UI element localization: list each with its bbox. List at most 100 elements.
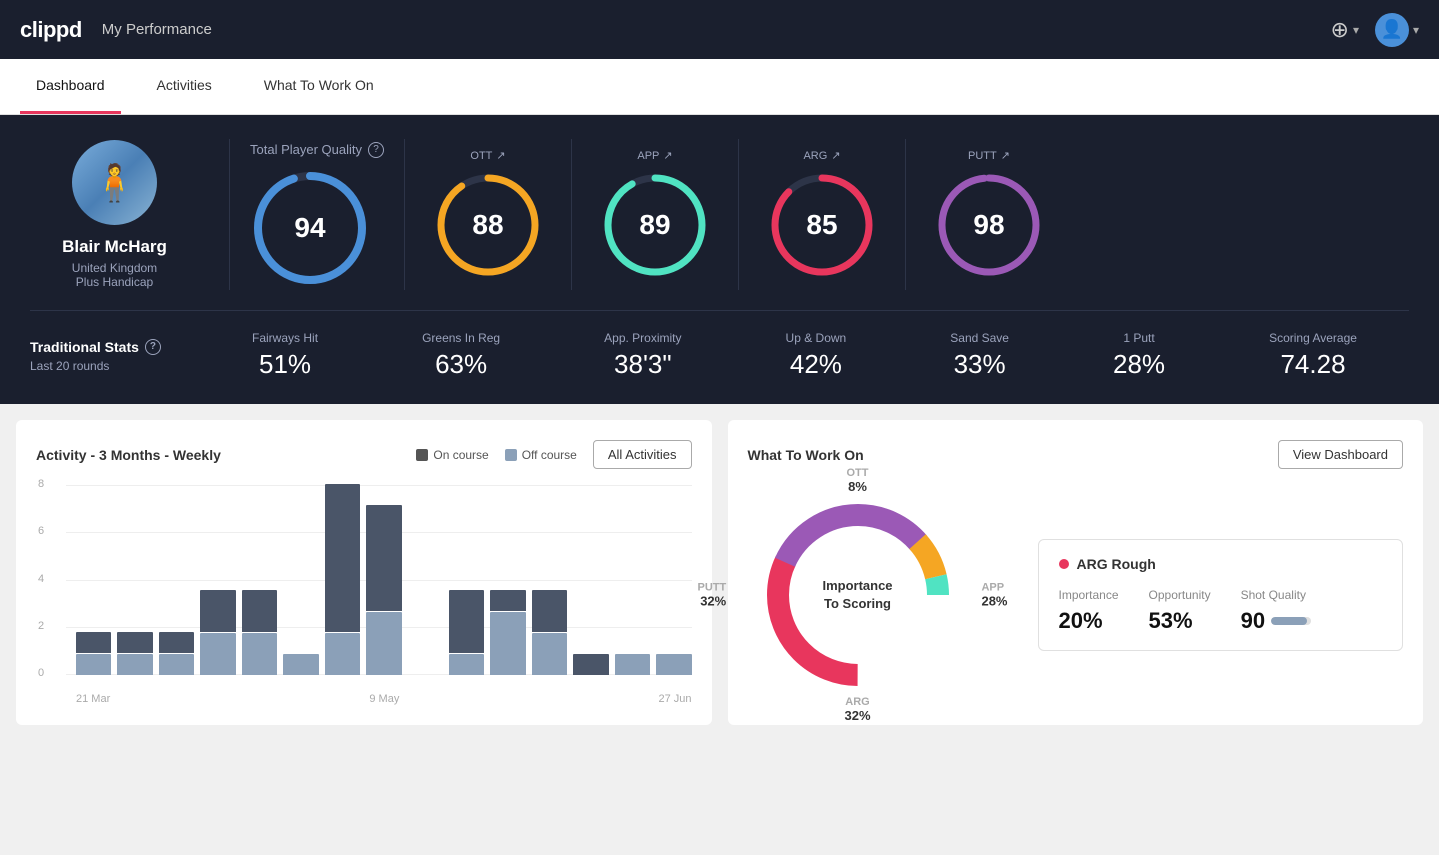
stat-sandsave: Sand Save 33% [950,331,1009,380]
total-score: 94 [294,212,325,244]
metric-opportunity: Opportunity 53% [1149,588,1211,634]
bar-group [532,590,567,675]
detail-metrics: Importance 20% Opportunity 53% Shot Qual… [1059,588,1383,634]
bar-on [159,632,194,653]
logo-text: clippd [20,17,82,42]
activity-panel: Activity - 3 Months - Weekly On course O… [16,420,712,725]
score-cards: OTT ↗ 88 APP ↗ [404,139,1072,290]
bar-on [573,654,608,675]
stat-1putt: 1 Putt 28% [1113,331,1165,380]
bar-off [490,612,525,675]
bar-off [159,654,194,675]
avatar [72,140,157,225]
bar-on [449,590,484,653]
stat-greens: Greens In Reg 63% [422,331,500,380]
ott-donut-label: OTT 8% [847,467,869,494]
bar-group [490,590,525,675]
bar-on [117,632,152,653]
bar-on [242,590,277,632]
app-score: 89 [639,209,670,241]
bar-on [76,632,111,653]
tab-dashboard[interactable]: Dashboard [20,59,121,114]
bar-off [325,633,360,675]
tab-activities[interactable]: Activities [141,59,228,114]
red-dot-icon [1059,559,1069,569]
header-title: My Performance [102,21,212,38]
bar-on [325,484,360,632]
bar-group [366,505,401,675]
activity-panel-header: Activity - 3 Months - Weekly On course O… [36,440,692,469]
arg-label: ARG ↗ [803,149,840,162]
donut-center-text: Importance To Scoring [822,577,892,613]
score-card-putt: PUTT ↗ 98 [905,139,1072,290]
wtwo-content: Importance To Scoring OTT 8% APP 28% ARG [748,485,1404,705]
bar-off [449,654,484,675]
arg-score: 85 [806,209,837,241]
donut-chart-container: Importance To Scoring OTT 8% APP 28% ARG [748,485,968,705]
bar-off [366,612,401,675]
quality-help-icon[interactable]: ? [368,142,384,158]
shot-quality-bar [1271,617,1311,625]
stat-proximity: App. Proximity 38'3" [604,331,681,380]
tab-what-to-work-on[interactable]: What To Work On [248,59,390,114]
putt-score: 98 [973,209,1004,241]
stat-scoring: Scoring Average 74.28 [1269,331,1357,380]
header-right: ⊕ ▾ 👤 ▾ [1331,13,1420,47]
bar-off [656,654,691,675]
ott-score: 88 [472,209,503,241]
bar-off [242,633,277,675]
quality-section: Total Player Quality ? 94 OTT [230,139,1409,290]
app-label: APP ↗ [637,149,672,162]
metric-importance: Importance 20% [1059,588,1119,634]
add-icon[interactable]: ⊕ ▾ [1331,17,1359,43]
header: clippd My Performance ⊕ ▾ 👤 ▾ [0,0,1439,59]
header-left: clippd My Performance [20,17,212,43]
legend-off-dot [505,449,517,461]
wtwo-header: What To Work On View Dashboard [748,440,1404,469]
bottom-panels: Activity - 3 Months - Weekly On course O… [0,404,1439,741]
stats-label: Traditional Stats [30,339,139,355]
tabs-nav: Dashboard Activities What To Work On [0,59,1439,115]
score-card-ott: OTT ↗ 88 [404,139,571,290]
bar-group [159,632,194,675]
user-avatar[interactable]: 👤 ▾ [1375,13,1419,47]
bar-group [449,590,484,675]
stats-help-icon[interactable]: ? [145,339,161,355]
stat-fairways: Fairways Hit 51% [252,331,318,380]
detail-card: ARG Rough Importance 20% Opportunity 53%… [1038,539,1404,651]
score-card-arg: ARG ↗ 85 [738,139,905,290]
bars-container [76,485,692,675]
quality-main: Total Player Quality ? 94 [250,142,404,288]
all-activities-button[interactable]: All Activities [593,440,692,469]
bar-on [200,590,235,632]
wtwo-panel: What To Work On View Dashboard [728,420,1424,725]
stat-updown: Up & Down 42% [786,331,847,380]
bar-group [325,484,360,675]
arg-donut-label: ARG 32% [844,696,870,723]
bar-group [573,654,608,675]
bar-group [615,654,650,675]
player-info: Blair McHarg United Kingdom Plus Handica… [30,139,230,290]
activity-title: Activity - 3 Months - Weekly [36,447,221,463]
bar-group [242,590,277,675]
wtwo-title: What To Work On [748,447,864,463]
view-dashboard-button[interactable]: View Dashboard [1278,440,1403,469]
bar-group [656,654,691,675]
logo[interactable]: clippd [20,17,82,43]
donut-area: Importance To Scoring OTT 8% APP 28% ARG [748,485,968,705]
bar-off [200,633,235,675]
player-handicap: Plus Handicap [76,275,153,289]
hero-section: Blair McHarg United Kingdom Plus Handica… [0,115,1439,404]
stat-label-section: Traditional Stats ? Last 20 rounds [30,339,200,373]
score-card-app: APP ↗ 89 [571,139,738,290]
bar-on [366,505,401,611]
bar-off [76,654,111,675]
putt-donut-label: PUTT 32% [698,582,727,609]
x-labels: 21 Mar 9 May 27 Jun [76,693,692,705]
chart-legend: On course Off course [416,448,577,462]
player-name: Blair McHarg [62,237,167,257]
detail-card-title: ARG Rough [1059,556,1383,572]
ott-label: OTT ↗ [470,149,505,162]
activity-chart: 8 6 4 2 0 21 Mar 9 May 27 Jun [36,485,692,705]
bar-group [200,590,235,675]
